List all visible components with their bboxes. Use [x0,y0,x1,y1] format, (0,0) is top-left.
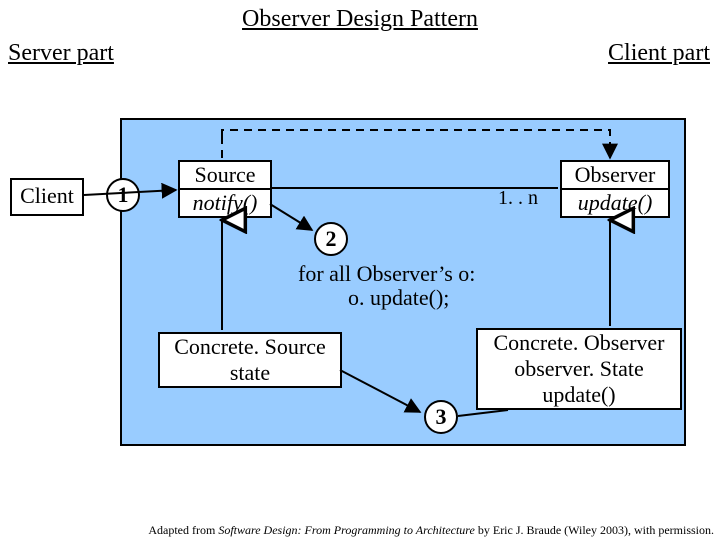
client-class-box: Client [10,178,84,216]
header-client-part: Client part [608,40,710,67]
header-server-part: Server part [8,40,114,67]
observer-class-name: Observer [562,162,668,188]
concrete-source-name: Concrete. Source [160,334,340,360]
concrete-source-attr: state [160,360,340,386]
concrete-source-class-box: Concrete. Source state [158,332,342,388]
loop-line1: for all Observer’s o: [298,262,475,286]
observer-class-box: Observer update() [560,160,670,218]
step-2-circle: 2 [314,222,348,256]
multiplicity-label: 1. . n [498,186,538,210]
source-class-name: Source [180,162,270,188]
credit-prefix: Adapted from [148,523,218,537]
credit-suffix: by Eric J. Braude (Wiley 2003), with per… [475,523,714,537]
step-1-circle: 1 [106,178,140,212]
observer-update-method: update() [562,188,668,216]
concrete-observer-method: update() [478,382,680,408]
concrete-observer-class-box: Concrete. Observer observer. State updat… [476,328,682,410]
credit-line: Adapted from Software Design: From Progr… [148,523,714,538]
step-3-circle: 3 [424,400,458,434]
page-title: Observer Design Pattern [0,6,720,33]
concrete-observer-name: Concrete. Observer [478,330,680,356]
loop-line2: o. update(); [348,286,449,310]
source-notify-method: notify() [180,188,270,216]
concrete-observer-attr: observer. State [478,356,680,382]
source-class-box: Source notify() [178,160,272,218]
credit-title: Software Design: From Programming to Arc… [218,523,475,537]
